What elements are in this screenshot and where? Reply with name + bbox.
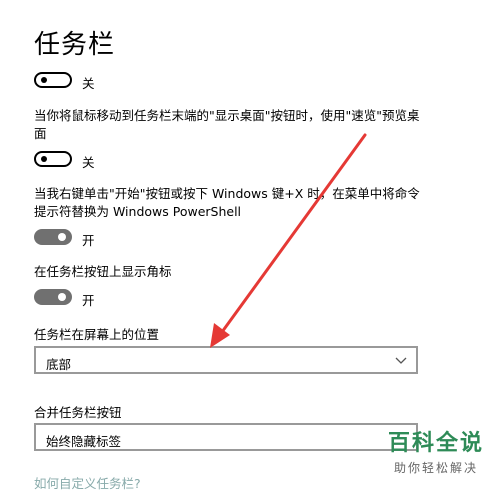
annotation-arrow — [210, 133, 367, 348]
watermark-title: 百科全说 — [387, 431, 484, 456]
watermark-logo: 百科全说 助你轻松解决 — [388, 425, 484, 476]
watermark-subtitle: 助你轻松解决 — [393, 461, 478, 475]
